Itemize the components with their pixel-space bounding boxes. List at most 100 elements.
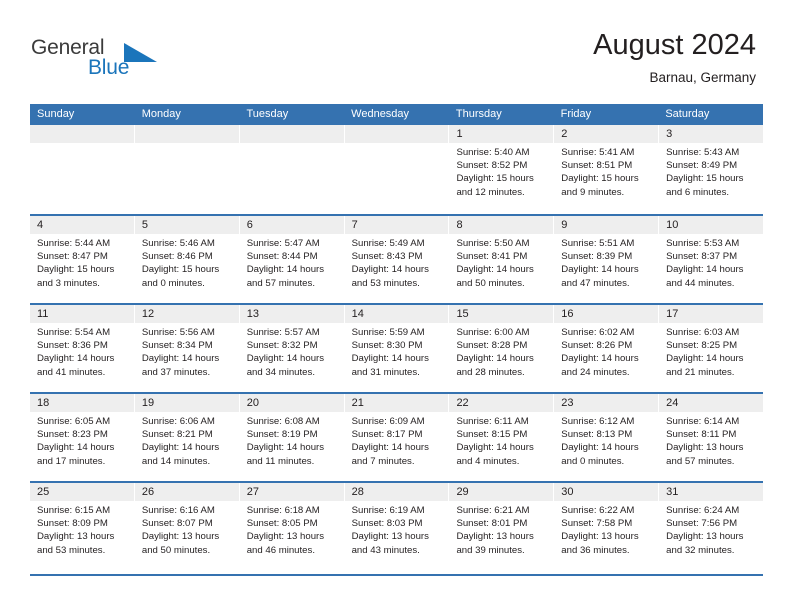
day-number: 1 — [449, 125, 554, 143]
daylight-text: Daylight: 13 hours — [351, 531, 429, 543]
sunset-text: Sunset: 8:28 PM — [456, 340, 528, 352]
daylight-text: and 39 minutes. — [456, 544, 525, 556]
day-cell[interactable]: 22 Sunrise: 6:11 AM Sunset: 8:15 PM Dayligh… — [449, 394, 555, 481]
day-cell[interactable]: 14 Sunrise: 5:59 AM Sunset: 8:30 PM Dayligh… — [344, 305, 450, 392]
day-cell[interactable]: 1 Sunrise: 5:40 AM Sunset: 8:52 PM Daylight… — [449, 125, 555, 214]
day-details: Sunrise: 5:46 AM Sunset: 8:46 PM Daylight:… — [134, 234, 239, 303]
day-details: Sunrise: 5:43 AM Sunset: 8:49 PM Daylight:… — [659, 143, 764, 214]
day-details: Sunrise: 6:12 AM Sunset: 8:13 PM Daylight:… — [554, 412, 659, 481]
day-number: 2 — [554, 125, 659, 143]
daylight-text: and 46 minutes. — [246, 544, 315, 556]
daylight-text: Daylight: 14 hours — [141, 353, 220, 365]
daylight-text: and 17 minutes. — [37, 455, 106, 467]
day-number: 17 — [659, 305, 764, 323]
day-cell[interactable]: 2 Sunrise: 5:41 AM Sunset: 8:51 PM Daylight… — [554, 125, 660, 214]
day-number: 3 — [659, 125, 764, 143]
week-row: 11 Sunrise: 5:54 AM Sunset: 8:36 PM Dayligh… — [30, 303, 764, 392]
day-cell[interactable]: 30 Sunrise: 6:22 AM Sunset: 7:58 PM Dayligh… — [554, 483, 660, 570]
day-cell[interactable]: 12 Sunrise: 5:56 AM Sunset: 8:34 PM Dayligh… — [134, 305, 240, 392]
day-details: Sunrise: 6:22 AM Sunset: 7:58 PM Daylight:… — [554, 501, 659, 570]
day-cell[interactable]: 6 Sunrise: 5:47 AM Sunset: 8:44 PM Daylight… — [239, 216, 345, 303]
day-number: 6 — [239, 216, 344, 234]
daylight-text: Daylight: 14 hours — [246, 353, 325, 365]
daylight-text: Daylight: 14 hours — [561, 264, 639, 276]
daylight-text: and 12 minutes. — [456, 186, 525, 198]
day-cell[interactable]: 23 Sunrise: 6:12 AM Sunset: 8:13 PM Dayligh… — [554, 394, 660, 481]
sunset-text: Sunset: 8:41 PM — [456, 251, 528, 263]
daylight-text: and 57 minutes. — [246, 277, 315, 289]
sunset-text: Sunset: 8:39 PM — [561, 251, 633, 263]
sunset-text: Sunset: 8:21 PM — [141, 429, 213, 441]
daylight-text: and 36 minutes. — [561, 544, 630, 556]
daylight-text: Daylight: 14 hours — [246, 264, 325, 276]
daylight-text: Daylight: 15 hours — [456, 173, 534, 185]
generalblue-logo[interactable]: General Blue — [31, 36, 211, 84]
sunset-text: Sunset: 8:07 PM — [141, 518, 213, 530]
sunrise-text: Sunrise: 6:14 AM — [666, 416, 740, 427]
day-cell[interactable]: 15 Sunrise: 6:00 AM Sunset: 8:28 PM Dayligh… — [449, 305, 555, 392]
day-cell[interactable]: 18 Sunrise: 6:05 AM Sunset: 8:23 PM Dayligh… — [30, 394, 135, 481]
day-number — [30, 125, 134, 143]
day-cell[interactable]: 19 Sunrise: 6:06 AM Sunset: 8:21 PM Dayligh… — [134, 394, 240, 481]
day-details: Sunrise: 5:49 AM Sunset: 8:43 PM Daylight:… — [344, 234, 449, 303]
day-cell[interactable]: 3 Sunrise: 5:43 AM Sunset: 8:49 PM Daylight… — [659, 125, 764, 214]
day-cell[interactable]: 4 Sunrise: 5:44 AM Sunset: 8:47 PM Daylight… — [30, 216, 135, 303]
daylight-text: Daylight: 13 hours — [561, 531, 639, 543]
day-cell[interactable]: 24 Sunrise: 6:14 AM Sunset: 8:11 PM Dayligh… — [659, 394, 764, 481]
daylight-text: Daylight: 13 hours — [666, 531, 744, 543]
day-details: Sunrise: 6:24 AM Sunset: 7:56 PM Daylight:… — [659, 501, 764, 570]
daylight-text: Daylight: 14 hours — [351, 442, 429, 454]
day-details: Sunrise: 6:09 AM Sunset: 8:17 PM Daylight:… — [344, 412, 449, 481]
sunset-text: Sunset: 8:51 PM — [561, 160, 633, 172]
day-cell[interactable]: 21 Sunrise: 6:09 AM Sunset: 8:17 PM Dayligh… — [344, 394, 450, 481]
sunrise-text: Sunrise: 5:44 AM — [37, 238, 111, 249]
day-cell[interactable]: 20 Sunrise: 6:08 AM Sunset: 8:19 PM Dayligh… — [239, 394, 345, 481]
day-cell[interactable]: 13 Sunrise: 5:57 AM Sunset: 8:32 PM Dayligh… — [239, 305, 345, 392]
day-cell[interactable]: 11 Sunrise: 5:54 AM Sunset: 8:36 PM Dayligh… — [30, 305, 135, 392]
day-number: 10 — [659, 216, 764, 234]
daylight-text: and 6 minutes. — [666, 186, 730, 198]
week-row: 25 Sunrise: 6:15 AM Sunset: 8:09 PM Dayligh… — [30, 481, 764, 570]
daylight-text: Daylight: 14 hours — [141, 442, 220, 454]
daylight-text: Daylight: 14 hours — [246, 442, 325, 454]
day-cell[interactable]: 9 Sunrise: 5:51 AM Sunset: 8:39 PM Daylight… — [554, 216, 660, 303]
day-cell[interactable]: 16 Sunrise: 6:02 AM Sunset: 8:26 PM Dayligh… — [554, 305, 660, 392]
day-details: Sunrise: 5:50 AM Sunset: 8:41 PM Daylight:… — [449, 234, 554, 303]
daylight-text: Daylight: 15 hours — [37, 264, 115, 276]
daylight-text: and 41 minutes. — [37, 366, 106, 378]
day-cell[interactable]: 28 Sunrise: 6:19 AM Sunset: 8:03 PM Dayligh… — [344, 483, 450, 570]
day-cell[interactable]: 8 Sunrise: 5:50 AM Sunset: 8:41 PM Daylight… — [449, 216, 555, 303]
weekday-header-monday: Monday — [141, 108, 181, 120]
day-cell[interactable]: 26 Sunrise: 6:16 AM Sunset: 8:07 PM Dayligh… — [134, 483, 240, 570]
day-number: 29 — [449, 483, 554, 501]
page-title: August 2024 — [593, 29, 756, 61]
day-cell[interactable]: 29 Sunrise: 6:21 AM Sunset: 8:01 PM Dayligh… — [449, 483, 555, 570]
day-number: 25 — [30, 483, 134, 501]
day-number: 14 — [344, 305, 449, 323]
day-cell[interactable]: 10 Sunrise: 5:53 AM Sunset: 8:37 PM Dayligh… — [659, 216, 764, 303]
day-cell[interactable]: 7 Sunrise: 5:49 AM Sunset: 8:43 PM Daylight… — [344, 216, 450, 303]
daylight-text: Daylight: 13 hours — [141, 531, 220, 543]
day-number: 24 — [659, 394, 764, 412]
weekday-header-sunday: Sunday — [37, 108, 75, 120]
day-cell[interactable]: 17 Sunrise: 6:03 AM Sunset: 8:25 PM Dayligh… — [659, 305, 764, 392]
sunset-text: Sunset: 8:37 PM — [666, 251, 738, 263]
day-number: 27 — [239, 483, 344, 501]
day-number — [134, 125, 239, 143]
day-number — [239, 125, 344, 143]
sunset-text: Sunset: 8:47 PM — [37, 251, 108, 263]
day-number: 31 — [659, 483, 764, 501]
daylight-text: Daylight: 13 hours — [456, 531, 534, 543]
sunrise-text: Sunrise: 5:47 AM — [246, 238, 320, 249]
day-number: 23 — [554, 394, 659, 412]
sunrise-text: Sunrise: 5:50 AM — [456, 238, 530, 249]
day-cell[interactable]: 25 Sunrise: 6:15 AM Sunset: 8:09 PM Dayligh… — [30, 483, 135, 570]
day-details: Sunrise: 5:47 AM Sunset: 8:44 PM Daylight:… — [239, 234, 344, 303]
day-cell[interactable]: 5 Sunrise: 5:46 AM Sunset: 8:46 PM Daylight… — [134, 216, 240, 303]
logo-text-blue: Blue — [88, 56, 130, 79]
day-cell[interactable]: 27 Sunrise: 6:18 AM Sunset: 8:05 PM Dayligh… — [239, 483, 345, 570]
daylight-text: Daylight: 15 hours — [141, 264, 220, 276]
day-cell[interactable]: 31 Sunrise: 6:24 AM Sunset: 7:56 PM Dayligh… — [659, 483, 764, 570]
daylight-text: Daylight: 14 hours — [666, 353, 744, 365]
daylight-text: and 0 minutes. — [141, 277, 205, 289]
